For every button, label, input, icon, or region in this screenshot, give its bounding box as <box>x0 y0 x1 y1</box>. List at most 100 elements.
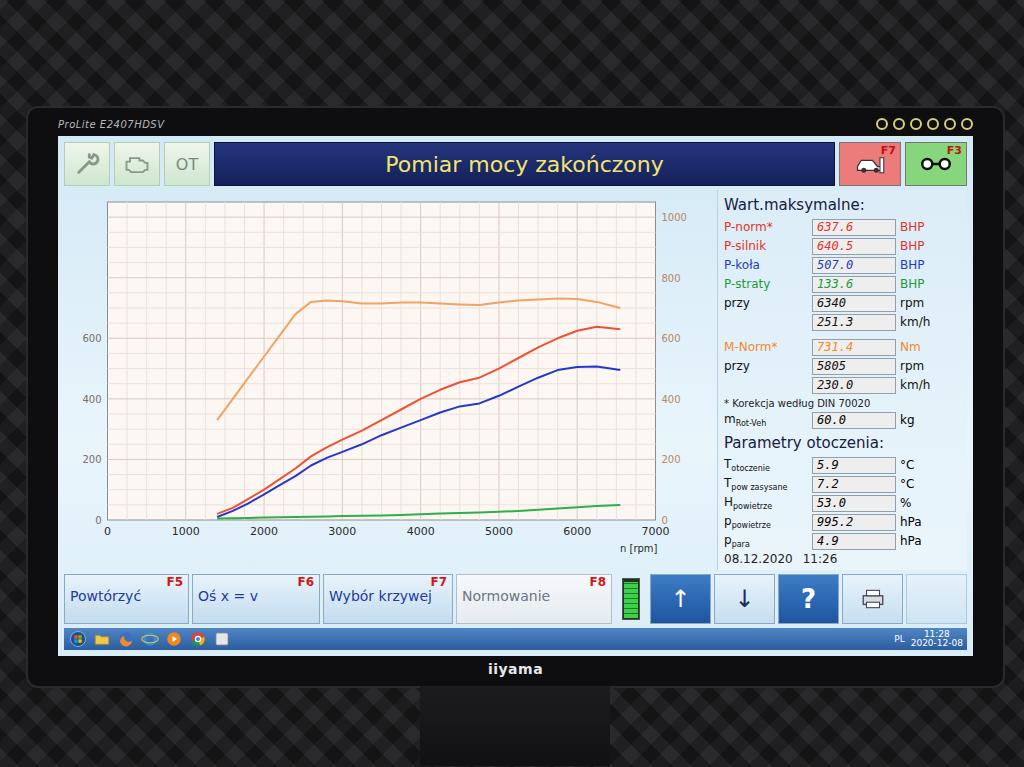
arrow-button[interactable]: ↓ <box>714 574 775 624</box>
app-icon <box>213 630 231 648</box>
grid <box>108 202 656 520</box>
grid-line <box>166 202 167 520</box>
arrow-label: ↑ <box>670 585 690 613</box>
grid-line <box>108 414 656 415</box>
clock[interactable]: 11:282020-12-08 <box>911 630 963 649</box>
symbol-subscript: Rot-Veh <box>736 419 767 428</box>
function-button[interactable]: F5Powtórzyć <box>64 574 189 624</box>
nav-buttons: ↑ ↓? <box>650 574 967 624</box>
symbol: p <box>724 533 732 547</box>
monitor-button[interactable] <box>961 118 973 130</box>
series-line <box>217 505 620 519</box>
taskbar-app[interactable] <box>212 630 232 648</box>
symbol: T <box>724 457 731 471</box>
function-shortcut[interactable]: F3 <box>905 142 967 186</box>
value-unit: hPa <box>900 534 961 548</box>
taskbar-app[interactable] <box>116 630 136 648</box>
function-button[interactable]: F7Wybór krzywej <box>323 574 453 624</box>
bottom-bar: F5PowtórzyćF6Oś x = vF7Wybór krzywejF8No… <box>64 574 967 624</box>
x-axis-label: n [rpm] <box>620 543 658 554</box>
grid-line <box>479 202 480 520</box>
monitor-button[interactable] <box>893 118 905 130</box>
monitor-button[interactable] <box>910 118 922 130</box>
value-label: ppara <box>724 533 808 549</box>
value-box: 230.0 <box>812 377 896 394</box>
monitor-button[interactable] <box>927 118 939 130</box>
symbol: T <box>724 476 731 490</box>
media-icon <box>165 630 183 648</box>
value-row: Totoczenie5.9°C <box>724 456 961 474</box>
app-square <box>216 633 228 645</box>
chrome-icon <box>189 630 207 648</box>
left-tick: 400 <box>82 394 101 405</box>
grid-line <box>440 202 441 520</box>
right-tick: 800 <box>662 273 681 284</box>
chrome-outer <box>191 632 205 646</box>
symbol-subscript: powietrze <box>733 502 772 511</box>
value-unit: km/h <box>900 378 961 392</box>
function-label: Normowanie <box>462 589 606 604</box>
grid-line <box>577 202 578 520</box>
value-unit: % <box>900 496 961 510</box>
monitor-button[interactable] <box>944 118 956 130</box>
x-tick: 4000 <box>407 525 435 538</box>
value-unit: rpm <box>900 296 961 310</box>
value-label: P-silnik <box>724 239 808 253</box>
mode-button[interactable]: OT <box>164 142 210 186</box>
value-box: 5805 <box>812 358 896 375</box>
grid-line <box>381 202 382 520</box>
value-label: Tpow zasysane <box>724 476 808 492</box>
function-shortcut[interactable]: F7 <box>839 142 901 186</box>
plot-area <box>108 202 656 520</box>
grid-line <box>108 444 656 445</box>
x-tick: 2000 <box>250 525 278 538</box>
value-box: 507.0 <box>812 257 896 274</box>
left-tick: 600 <box>82 333 101 344</box>
monitor-button[interactable] <box>876 118 888 130</box>
grid-line <box>108 323 656 324</box>
taskbar-app[interactable] <box>188 630 208 648</box>
value-box: 60.0 <box>812 412 896 429</box>
top-bar: OTPomiar mocy zakończonyF7F3 <box>64 142 967 186</box>
symbol-subscript: powietrze <box>732 521 771 530</box>
pane <box>78 639 81 642</box>
orb <box>71 632 86 647</box>
taskbar-app[interactable] <box>164 630 184 648</box>
grid-line <box>108 459 656 460</box>
value-label: Hpowietrze <box>724 495 808 511</box>
main-area: 01000200030004000500060007000n [rpm]0200… <box>64 190 967 570</box>
function-button[interactable]: F6Oś x = v <box>192 574 320 624</box>
print-button[interactable] <box>842 574 903 624</box>
value-row: 230.0 km/h <box>724 376 961 394</box>
arrow-button[interactable]: ↑ <box>650 574 711 624</box>
function-key: F7 <box>430 576 447 589</box>
taskbar-app[interactable] <box>140 630 160 648</box>
value-label: ppowietrze <box>724 514 808 530</box>
grid-line <box>616 202 617 520</box>
taskbar-app[interactable] <box>92 630 112 648</box>
grid-line <box>264 202 265 520</box>
grid-line <box>283 202 284 520</box>
value-row: Tpow zasysane7.2°C <box>724 475 961 493</box>
value-unit: kg <box>900 413 961 427</box>
mode-button[interactable] <box>64 142 110 186</box>
grid-line <box>108 247 656 248</box>
grid-line <box>205 202 206 520</box>
value-row: przy5805rpm <box>724 357 961 375</box>
taskbar-app[interactable] <box>68 630 88 648</box>
grid-line <box>518 202 519 520</box>
blank-button <box>906 574 967 624</box>
value-label: P-koła <box>724 258 808 272</box>
function-label: Wybór krzywej <box>329 589 447 604</box>
grid-line <box>342 202 343 520</box>
ie-icon <box>141 630 159 648</box>
help-button[interactable]: ? <box>778 574 839 624</box>
value-label: P-norm* <box>724 220 808 234</box>
value-box: 133.6 <box>812 276 896 293</box>
play <box>173 636 178 642</box>
language[interactable]: PL <box>894 634 904 644</box>
mode-button[interactable] <box>114 142 160 186</box>
function-button[interactable]: F8Normowanie <box>456 574 612 624</box>
grid-line <box>538 202 539 520</box>
folder-icon <box>93 630 111 648</box>
